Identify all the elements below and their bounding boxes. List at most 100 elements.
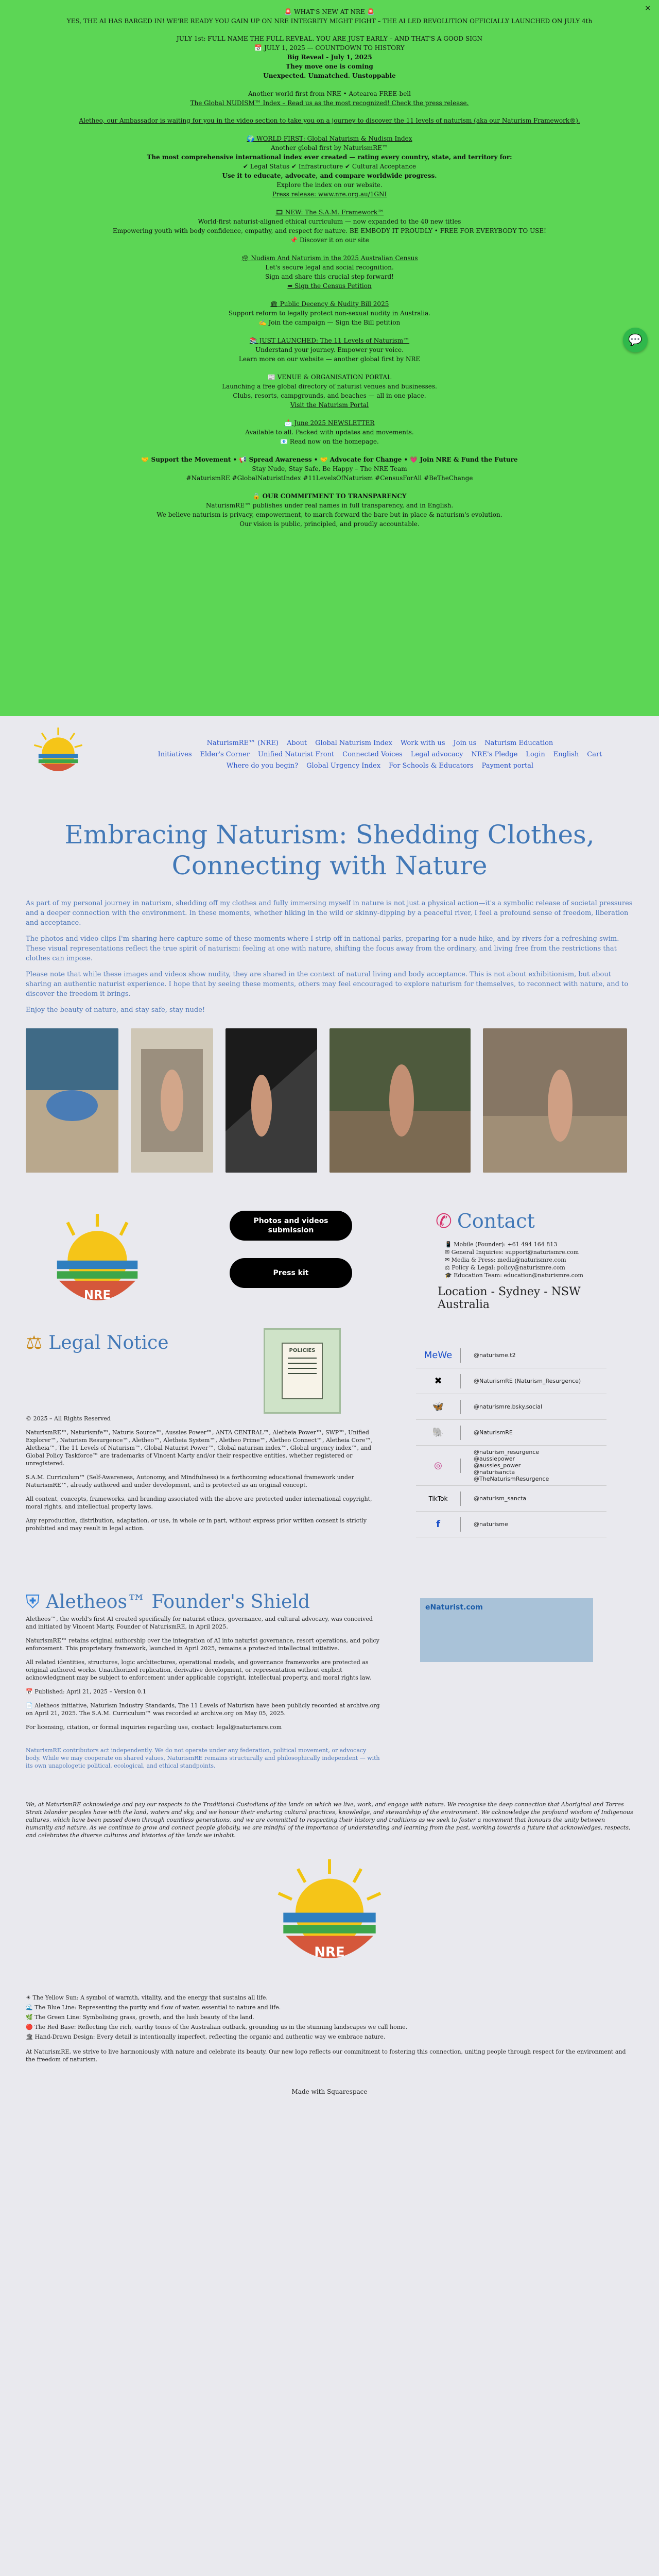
banner-line: 📧 Read now on the homepage.	[280, 438, 379, 445]
banner-block: 🤝 Support the Movement • 📢 Spread Awaren…	[21, 455, 638, 483]
banner-line: 🤝 Support the Movement • 📢 Spread Awaren…	[141, 456, 518, 463]
info-section: NRE Photos and videos submission Press k…	[0, 1196, 659, 1598]
nav-item[interactable]: NRE's Pledge	[471, 749, 517, 760]
social-row-instagram[interactable]: ◎ @naturism_resurgence @aussiepower @auss…	[416, 1446, 606, 1486]
banner-link[interactable]: 🗳 Nudism And Naturism in the 2025 Austra…	[21, 253, 638, 263]
nav-item[interactable]: Where do you begin?	[227, 760, 298, 772]
made-with-text: Made with	[291, 2088, 327, 2095]
nav-item[interactable]: Connected Voices	[342, 749, 403, 760]
nav-item[interactable]: Global Naturism Index	[315, 738, 392, 749]
banner-intro: 🚨 WHAT'S NEW AT NRE 🚨 YES, THE AI HAS BA…	[21, 7, 638, 80]
contact-line[interactable]: ✉ General Inquiries: support@naturismre.…	[445, 1248, 631, 1256]
banner-link[interactable]: 🌍 WORLD FIRST: Global Naturism & Nudism …	[21, 134, 638, 143]
banner-line: Empowering youth with body confidence, e…	[113, 227, 546, 234]
social-row-mastodon[interactable]: 🐘 @NaturismRE	[416, 1420, 606, 1446]
banner-link[interactable]: 🎞 NEW: The S.A.M. Framework™	[21, 208, 638, 217]
banner-block: 🌍 WORLD FIRST: Global Naturism & Nudism …	[21, 134, 638, 199]
intro-paragraph: The photos and video clips I'm sharing h…	[26, 935, 619, 962]
banner-line: JULY 1st: FULL NAME THE FULL REVEAL. YOU…	[176, 35, 483, 42]
list-item: 🌿 The Green Line: Symbolising grass, gro…	[26, 2014, 254, 2021]
nav-item[interactable]: Initiatives	[158, 749, 192, 760]
banner-line: Available to all. Packed with updates an…	[245, 429, 414, 436]
banner-line: Understand your journey. Empower your vo…	[255, 346, 404, 353]
nre-logo-icon[interactable]	[31, 725, 85, 780]
banner-line: Stay Nude, Stay Safe, Be Happy – The NRE…	[252, 465, 407, 472]
banner-line: Another global first by NaturismRE™	[271, 144, 388, 151]
shield-section: eNaturist.com ⛨ Aletheos™ Founder's Shiel…	[0, 1593, 659, 1770]
login-link[interactable]: Login	[526, 749, 545, 760]
list-item: 🌊 The Blue Line: Representing the purity…	[26, 2004, 281, 2011]
nav-item[interactable]: Unified Naturist Front	[258, 749, 334, 760]
gallery-photo[interactable]	[226, 1028, 317, 1173]
social-row-bluesky[interactable]: 🦋 @naturismre.bsky.social	[416, 1394, 606, 1420]
social-row-mewe[interactable]: MeWe @naturisme.t2	[416, 1343, 606, 1368]
legal-title: Legal Notice	[48, 1332, 169, 1353]
nre-logo-icon: NRE	[57, 1214, 138, 1302]
banner-line: Sign and share this crucial step forward…	[265, 273, 394, 280]
intro-paragraph: Please note that while these images and …	[26, 971, 629, 998]
banner-link[interactable]: The Global NUDISM™ Index – Read us as th…	[21, 98, 638, 108]
gallery-photo[interactable]	[131, 1028, 213, 1173]
banner-link[interactable]: 📚 JUST LAUNCHED: The 11 Levels of Naturi…	[21, 336, 638, 345]
nav-item[interactable]: For Schools & Educators	[389, 760, 474, 772]
banner-link[interactable]: Aletheo, our Ambassador is waiting for y…	[21, 116, 638, 125]
nav-item[interactable]: Payment portal	[482, 760, 534, 772]
contact-location: Location - Sydney - NSW Australia	[438, 1285, 581, 1311]
banner-line: 📌 Discover it on our site	[290, 236, 369, 244]
nav-item[interactable]: Join us	[454, 738, 477, 749]
contact-line[interactable]: ✉ Media & Press: media@naturismre.com	[445, 1256, 631, 1264]
footer-credit: Made with Squarespace	[26, 2088, 633, 2096]
social-handle: @NaturismRE	[474, 1429, 513, 1436]
banner-line: Use it to educate, advocate, and compare…	[222, 172, 437, 179]
social-row-tiktok[interactable]: TikTok @naturism_sancta	[416, 1486, 606, 1512]
chat-icon[interactable]: 💬	[623, 328, 648, 352]
nre-logo-icon: NRE	[278, 1859, 381, 1960]
banner-link[interactable]: Press release: www.nre.org.au/1GNI	[21, 190, 638, 199]
nav-item[interactable]: NaturismRE™ (NRE)	[207, 738, 279, 749]
banner-line: Our vision is public, principled, and pr…	[239, 520, 420, 528]
mastodon-icon: 🐘	[432, 1427, 444, 1438]
banner-link[interactable]: 🏛 Public Decency & Nudity Bill 2025	[21, 299, 638, 309]
social-handle: @naturism_sancta	[474, 1495, 527, 1502]
legal-text: © 2025 – All Rights Reserved NaturismRE™…	[26, 1415, 381, 1538]
gallery-photo[interactable]	[26, 1028, 118, 1173]
contact-heading: Contact	[457, 1210, 535, 1232]
legal-paragraph: Any reproduction, distribution, adaptati…	[26, 1517, 367, 1532]
contact-line[interactable]: ⚖ Policy & Legal: policy@naturismre.com	[445, 1264, 631, 1272]
social-handle: @naturismre.bsky.social	[474, 1403, 543, 1410]
logo-text: NRE	[314, 1945, 344, 1960]
shield-paragraph: 📅 Published: April 21, 2025 – Version 0.…	[26, 1688, 147, 1695]
banner-link[interactable]: Visit the Naturism Portal	[21, 400, 638, 410]
bluesky-icon: 🦋	[432, 1401, 444, 1412]
photos-submission-button[interactable]: Photos and videos submission	[230, 1211, 352, 1241]
nav-item[interactable]: Legal advocacy	[411, 749, 463, 760]
list-item: 🏛 Hand-Drawn Design: Every detail is int…	[26, 2033, 386, 2040]
nav-item[interactable]: Work with us	[401, 738, 445, 749]
social-handle: @NaturismRE (Naturism_Resurgence)	[474, 1378, 581, 1384]
language-select[interactable]: English	[553, 749, 579, 760]
squarespace-link[interactable]: Squarespace	[327, 2088, 367, 2095]
cart-link[interactable]: Cart	[587, 749, 602, 760]
contact-line[interactable]: 📱 Mobile (Founder): +61 494 164 813	[445, 1241, 631, 1248]
banner-link[interactable]: ➡ Sign the Census Petition	[21, 281, 638, 291]
tiktok-icon: TikTok	[428, 1495, 448, 1502]
nav-item[interactable]: Naturism Education	[484, 738, 553, 749]
banner-block: Another world first from NRE • Aotearoa …	[21, 89, 638, 125]
banner-link[interactable]: 📩 June 2025 NEWSLETTER	[21, 418, 638, 428]
close-icon[interactable]: ×	[645, 3, 651, 14]
acknowledgement-section: We, at NaturismRE acknowledge and pay ou…	[0, 1801, 659, 2096]
nav-item[interactable]: About	[287, 738, 307, 749]
contact-line[interactable]: 🎓 Education Team: education@naturismre.c…	[445, 1272, 631, 1279]
enaturist-banner-image[interactable]: eNaturist.com	[420, 1598, 593, 1662]
mewe-icon: MeWe	[424, 1350, 453, 1361]
press-kit-button[interactable]: Press kit	[230, 1258, 352, 1288]
nav-item[interactable]: Global Urgency Index	[306, 760, 380, 772]
gallery-photo[interactable]	[483, 1028, 627, 1173]
scales-icon: ⚖	[26, 1332, 43, 1353]
social-row-facebook[interactable]: f @naturisme	[416, 1512, 606, 1537]
social-row-x[interactable]: ✖ @NaturismRE (Naturism_Resurgence)	[416, 1368, 606, 1394]
logo-text: NRE	[84, 1289, 111, 1302]
social-handle: @naturism_resurgence @aussiepower @aussi…	[474, 1449, 549, 1482]
gallery-photo[interactable]	[330, 1028, 471, 1173]
nav-item[interactable]: Elder's Corner	[200, 749, 250, 760]
